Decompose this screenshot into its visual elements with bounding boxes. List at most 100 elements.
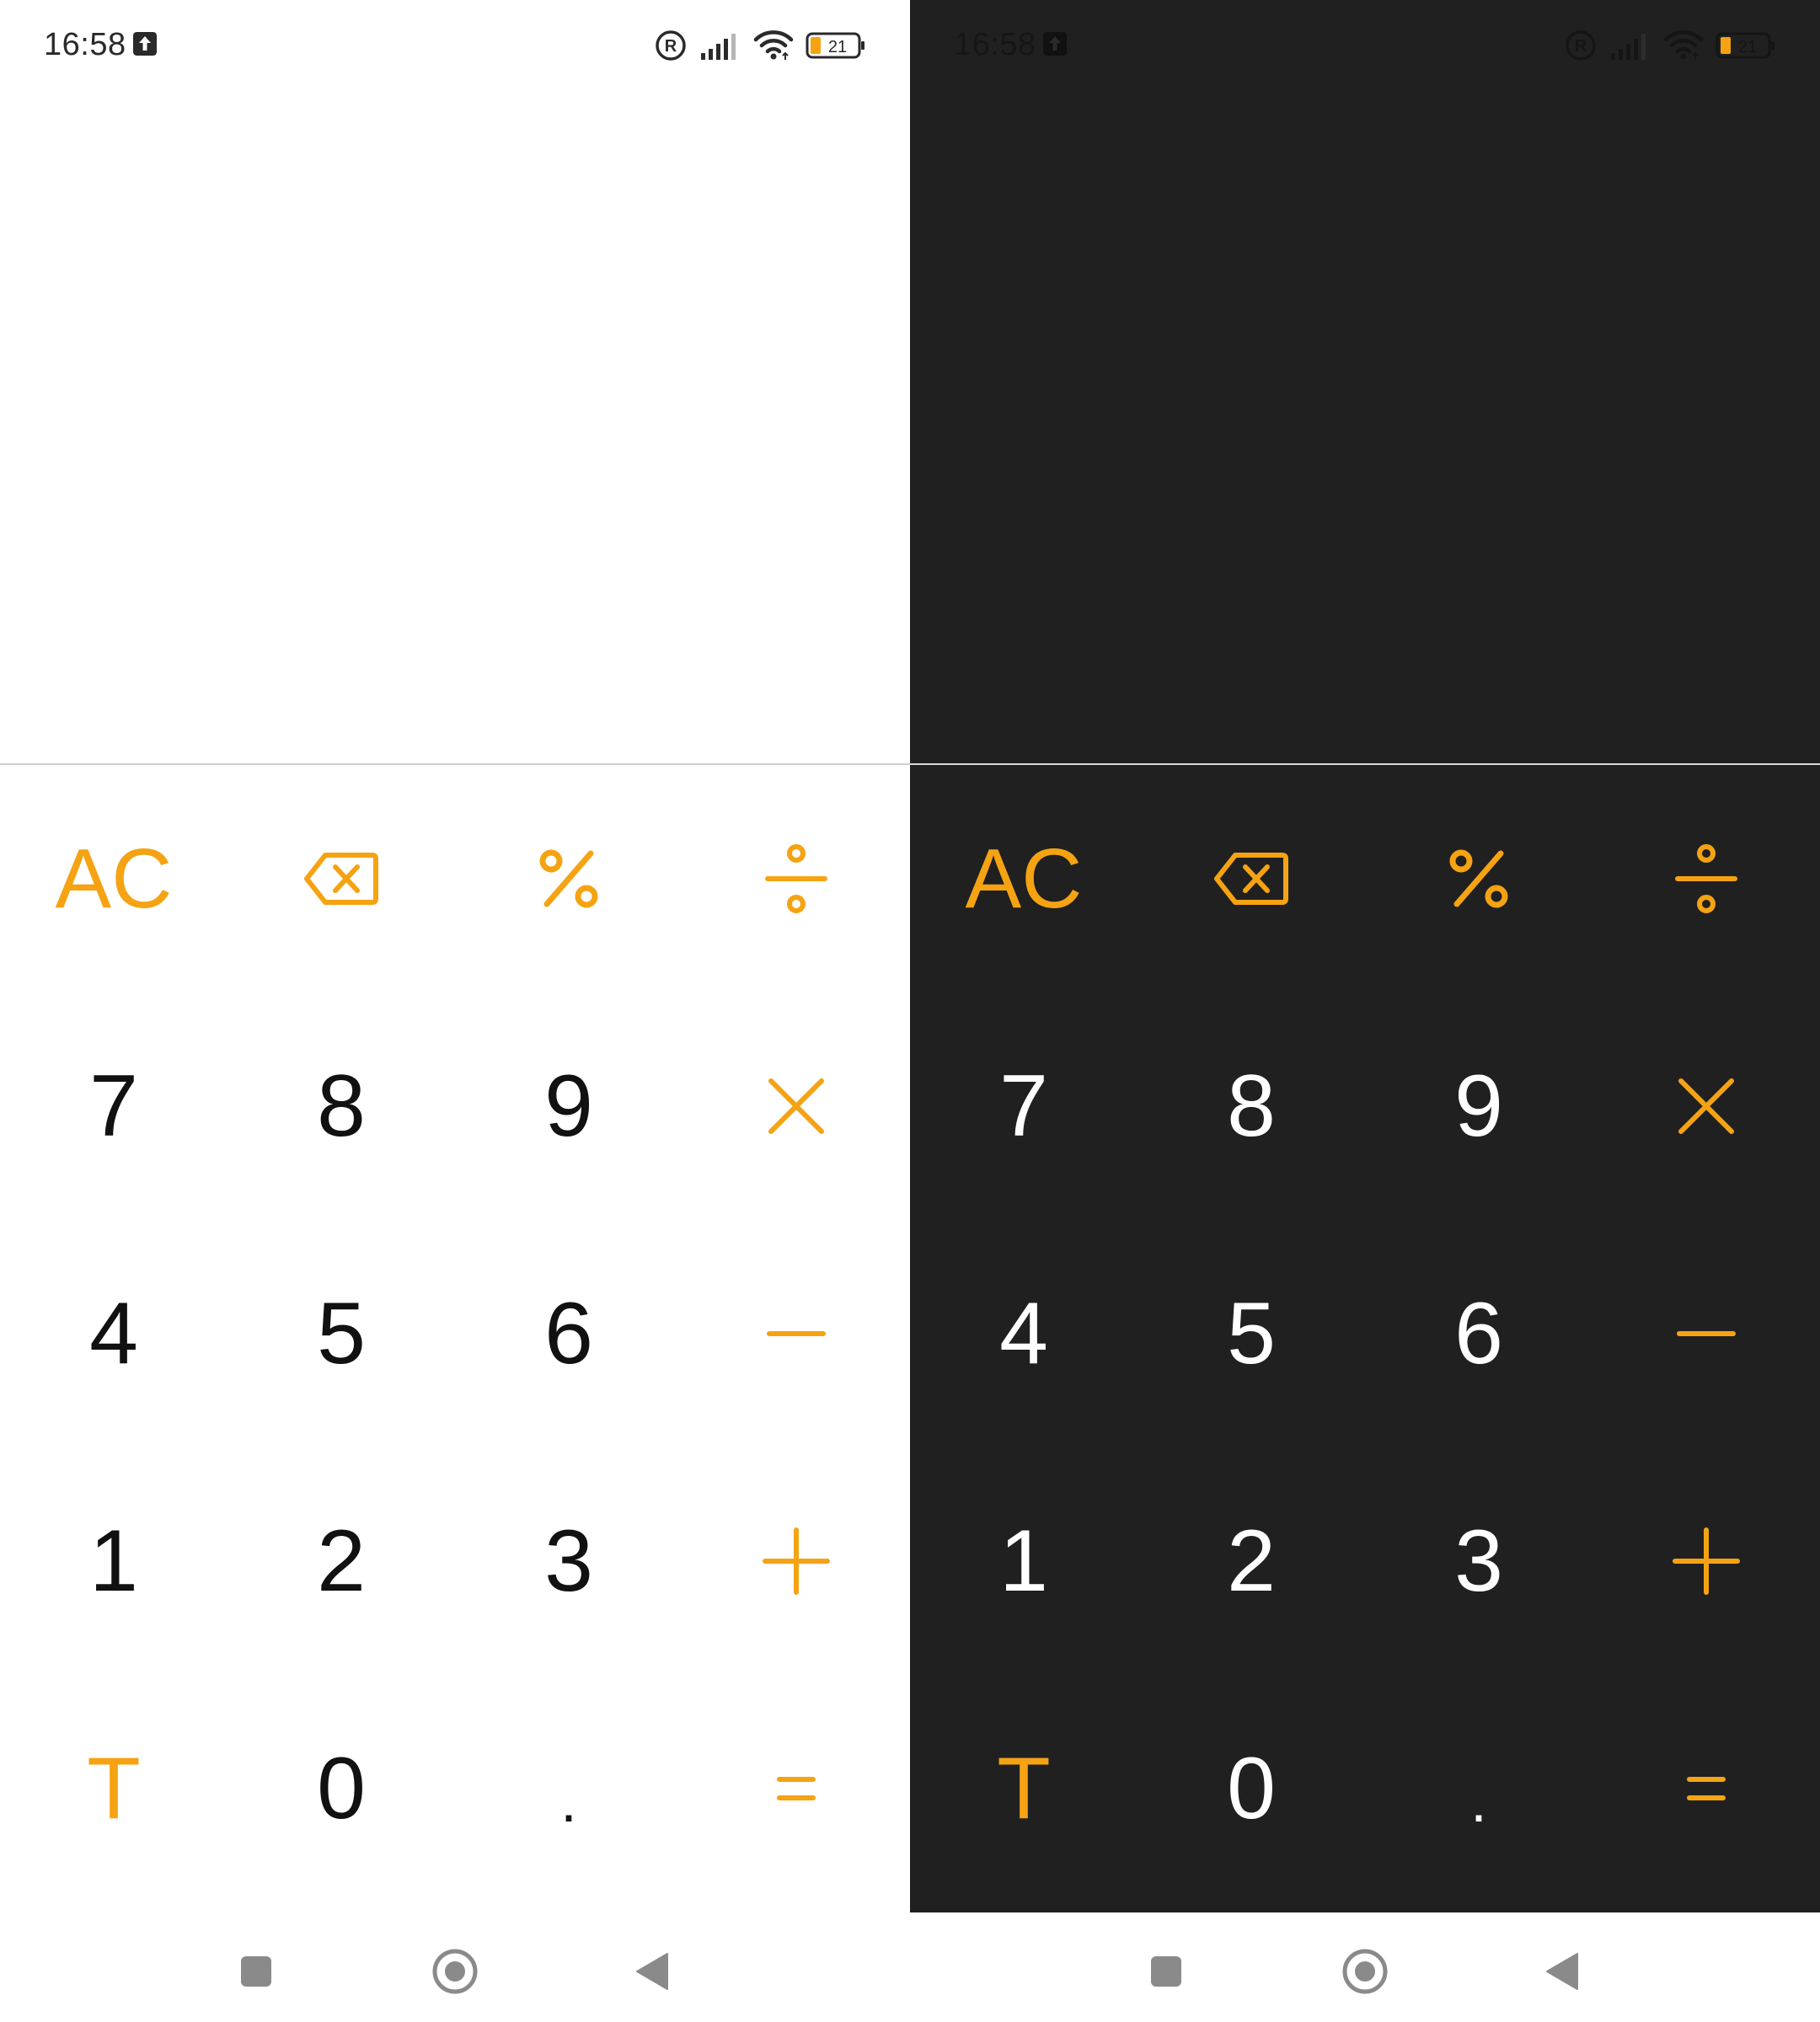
status-bar: 16:58 R 21: [0, 0, 910, 93]
digit-9-label: 9: [1454, 1057, 1503, 1155]
digit-5-button[interactable]: 5: [1138, 1220, 1365, 1447]
multiply-icon: [1678, 1078, 1734, 1134]
plus-icon: [763, 1527, 830, 1595]
back-button[interactable]: [618, 1938, 686, 2005]
back-triangle-icon: [636, 1953, 668, 1990]
percent-button[interactable]: [455, 765, 682, 992]
digit-4-button[interactable]: 4: [910, 1220, 1138, 1447]
backspace-button[interactable]: [1138, 765, 1365, 992]
clear-button[interactable]: AC: [910, 765, 1138, 992]
status-bar: 16:58 R 21: [910, 0, 1820, 93]
equals-icon: [1687, 1777, 1726, 1800]
digit-5-button[interactable]: 5: [228, 1220, 455, 1447]
digit-7-button[interactable]: 7: [0, 992, 228, 1220]
multiply-button[interactable]: [1592, 992, 1820, 1220]
clear-label: AC: [965, 832, 1083, 926]
toggle-mode-button[interactable]: T: [910, 1675, 1138, 1902]
digit-7-label: 7: [999, 1057, 1048, 1155]
digit-1-button[interactable]: 1: [910, 1447, 1138, 1675]
home-button[interactable]: [1331, 1938, 1399, 2005]
digit-5-label: 5: [317, 1285, 366, 1383]
decimal-label: .: [1470, 1768, 1487, 1834]
svg-text:R: R: [1575, 37, 1587, 56]
digit-3-button[interactable]: 3: [455, 1447, 682, 1675]
plus-button[interactable]: [1592, 1447, 1820, 1675]
digit-3-label: 3: [1454, 1512, 1503, 1610]
digit-6-label: 6: [544, 1285, 593, 1383]
divide-icon: [1675, 844, 1737, 913]
keypad: AC 7 8 9 4 5 6 1 2 3 T 0 .: [0, 765, 910, 1912]
digit-0-button[interactable]: 0: [228, 1675, 455, 1902]
divide-icon: [765, 844, 827, 913]
recents-button[interactable]: [222, 1938, 290, 2005]
multiply-button[interactable]: [682, 992, 910, 1220]
multiply-icon: [768, 1078, 824, 1134]
back-button[interactable]: [1528, 1938, 1596, 2005]
digit-3-button[interactable]: 3: [1365, 1447, 1592, 1675]
minus-button[interactable]: [1592, 1220, 1820, 1447]
digit-8-button[interactable]: 8: [1138, 992, 1365, 1220]
divide-button[interactable]: [1592, 765, 1820, 992]
toggle-mode-label: T: [997, 1740, 1051, 1837]
percent-button[interactable]: [1365, 765, 1592, 992]
status-icons: R 21: [654, 27, 866, 64]
battery-icon: 21: [1716, 32, 1774, 59]
backspace-icon: [304, 853, 378, 905]
digit-8-label: 8: [317, 1057, 366, 1155]
toggle-mode-label: T: [87, 1740, 141, 1837]
keypad: AC 7 8 9 4 5 6 1 2 3 T 0 .: [910, 765, 1820, 1912]
digit-6-button[interactable]: 6: [455, 1220, 682, 1447]
minus-icon: [1677, 1331, 1736, 1336]
percent-icon: [1449, 849, 1508, 908]
digit-0-button[interactable]: 0: [1138, 1675, 1365, 1902]
minus-button[interactable]: [682, 1220, 910, 1447]
digit-6-label: 6: [1454, 1285, 1503, 1383]
calculator-display: [0, 93, 910, 763]
backspace-button[interactable]: [228, 765, 455, 992]
digit-8-button[interactable]: 8: [228, 992, 455, 1220]
digit-6-button[interactable]: 6: [1365, 1220, 1592, 1447]
digit-4-button[interactable]: 4: [0, 1220, 228, 1447]
digit-1-label: 1: [89, 1512, 138, 1610]
home-button[interactable]: [421, 1938, 489, 2005]
digit-4-label: 4: [89, 1285, 138, 1383]
calculator-display: [910, 93, 1820, 763]
wifi-icon: [753, 30, 794, 60]
equals-button[interactable]: [1592, 1675, 1820, 1902]
svg-text:R: R: [665, 37, 677, 56]
toggle-mode-button[interactable]: T: [0, 1675, 228, 1902]
comparison-stage: 16:58 R 21 AC 7 8 9 4 5 6 1 2 3 T 0 . 16…: [0, 0, 1820, 2022]
battery-level: 21: [1738, 38, 1757, 56]
upload-notification-icon: [133, 32, 157, 56]
digit-1-button[interactable]: 1: [0, 1447, 228, 1675]
home-circle-icon: [432, 1949, 478, 1994]
minus-icon: [767, 1331, 826, 1336]
decimal-button[interactable]: .: [455, 1675, 682, 1902]
home-circle-icon: [1342, 1949, 1388, 1994]
digit-5-label: 5: [1227, 1285, 1276, 1383]
clear-button[interactable]: AC: [0, 765, 228, 992]
backspace-icon: [1214, 853, 1288, 905]
digit-9-button[interactable]: 9: [455, 992, 682, 1220]
navigation-bar: [0, 1912, 910, 2022]
recents-button[interactable]: [1132, 1938, 1200, 2005]
digit-8-label: 8: [1227, 1057, 1276, 1155]
digit-2-button[interactable]: 2: [1138, 1447, 1365, 1675]
divide-button[interactable]: [682, 765, 910, 992]
digit-7-button[interactable]: 7: [910, 992, 1138, 1220]
decimal-button[interactable]: .: [1365, 1675, 1592, 1902]
digit-2-button[interactable]: 2: [228, 1447, 455, 1675]
plus-button[interactable]: [682, 1447, 910, 1675]
status-time: 16:58: [954, 27, 1036, 62]
wifi-icon: [1663, 30, 1704, 60]
battery-icon: 21: [806, 32, 864, 59]
digit-2-label: 2: [1227, 1512, 1276, 1610]
plus-icon: [1673, 1527, 1740, 1595]
calculator-light-theme: 16:58 R 21 AC 7 8 9 4 5 6 1 2 3 T 0 .: [0, 0, 910, 1912]
digit-9-button[interactable]: 9: [1365, 992, 1592, 1220]
signal-icon: [701, 34, 736, 60]
battery-level: 21: [828, 38, 847, 56]
clear-label: AC: [55, 832, 173, 926]
equals-button[interactable]: [682, 1675, 910, 1902]
decimal-label: .: [560, 1768, 577, 1834]
